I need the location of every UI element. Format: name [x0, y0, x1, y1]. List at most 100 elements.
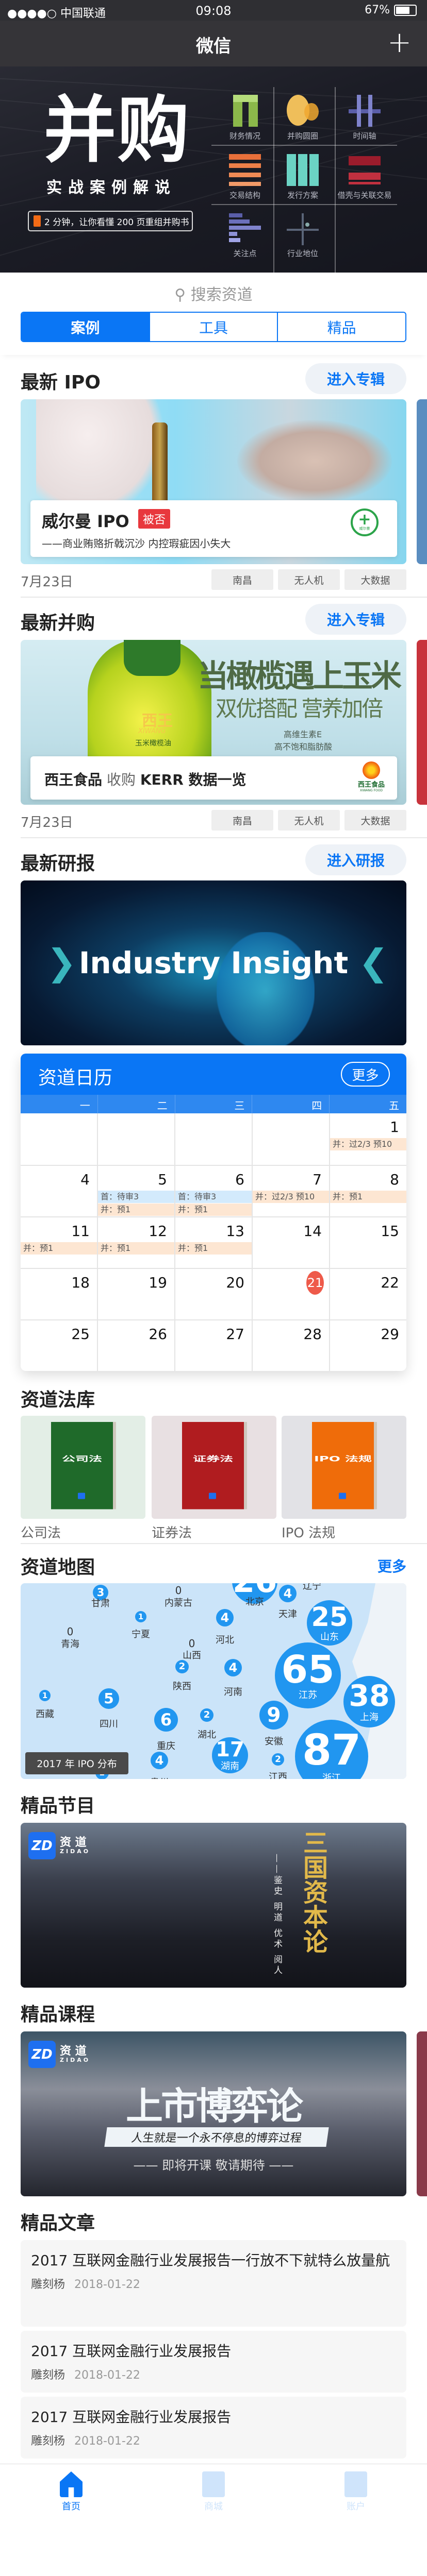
province-bubble[interactable]: 2 [175, 1660, 189, 1673]
calendar-day[interactable] [97, 1113, 174, 1165]
province-bubble[interactable]: 1 [39, 1690, 51, 1701]
law-book-label[interactable]: 证券法 [152, 1522, 192, 1541]
province-label[interactable]: 山西 [183, 1648, 201, 1662]
course-card[interactable]: ZD 资 道 ZIDAO 上市博弈论 人生就是一个永不停息的博弈过程 —— 即将开课… [21, 2031, 406, 2196]
tag-chip[interactable]: 无人机 [278, 569, 340, 590]
province-bubble[interactable]: 87 浙江 [295, 1720, 368, 1779]
calendar-day[interactable]: 5 首：待审3 并：预1 [97, 1166, 174, 1216]
merger-event-tag[interactable]: 并：预1 [175, 1242, 252, 1255]
calendar-day[interactable]: 29 [329, 1320, 406, 1371]
calendar-day[interactable] [252, 1113, 329, 1165]
tag-chip[interactable]: 无人机 [278, 810, 340, 831]
calendar-widget: 资道日历 更多 一二三四五 1 并：过2/3 预10 4 5 首：待审3 并：预1 6 首：待… [21, 1054, 406, 1371]
calendar-day[interactable]: 14 [252, 1217, 329, 1268]
calendar-header: 资道日历 更多 [21, 1054, 406, 1095]
next-card-peek[interactable] [417, 399, 427, 564]
calendar-day[interactable]: 20 [174, 1269, 252, 1319]
calendar-day[interactable]: 1 并：过2/3 预10 [329, 1113, 406, 1165]
section-title: 精品课程 [21, 2004, 95, 2025]
next-card-peek[interactable] [417, 640, 427, 805]
tab-shop[interactable]: 商城 [142, 2464, 285, 2514]
hero-banner[interactable]: 并购 实战案例解说 2 分钟，让你看懂 200 页重组并购书 财务情况 并购圆圈 时… [0, 66, 427, 273]
law-book-label[interactable]: 公司法 [21, 1522, 61, 1541]
calendar-day[interactable]: 12 并：预1 [97, 1217, 174, 1268]
plus-icon[interactable]: + [387, 26, 412, 59]
calendar-day[interactable]: 26 [97, 1320, 174, 1371]
merger-event-tag[interactable]: 并：预1 [330, 1191, 406, 1203]
tag-chip[interactable]: 南昌 [211, 810, 273, 831]
merger-event-tag[interactable]: 并：预1 [98, 1242, 174, 1255]
tag-chip[interactable]: 大数据 [344, 569, 406, 590]
next-card-peek[interactable] [417, 2031, 427, 2196]
calendar-day[interactable]: 19 [97, 1269, 174, 1319]
ipo-album-button[interactable]: 进入专辑 [305, 363, 406, 394]
article-card[interactable]: 2017 互联网金融行业发展报告 雕刻杨 2018-01-22 [21, 2331, 406, 2393]
province-bubble[interactable]: 2 [200, 1708, 213, 1722]
tab-account[interactable]: 账户 [285, 2464, 427, 2514]
province-bubble[interactable]: 25 山东 [307, 1600, 352, 1646]
tab-home[interactable]: 首页 [0, 2464, 142, 2514]
hero-cta-button[interactable]: 2 分钟，让你看懂 200 页重组并购书 [28, 211, 193, 231]
merger-event-tag[interactable]: 并：过2/3 预10 [253, 1191, 329, 1203]
merger-event-tag[interactable]: 并：预1 [21, 1242, 97, 1255]
calendar-day[interactable] [21, 1113, 97, 1165]
calendar-day[interactable]: 22 [329, 1269, 406, 1319]
merger-card[interactable]: 西王 XIWANG 玉米橄榄油 当橄榄遇上玉米 双优搭配 营养加倍 高维生素E … [21, 640, 406, 805]
ipo-map[interactable]: 3甘肃0内蒙古26北京4天津辽宁25山东1宁夏0青海4河北0山西2陕西4河南65… [21, 1583, 406, 1779]
province-label[interactable]: 辽宁 [303, 1583, 321, 1592]
province-bubble[interactable]: 9 [259, 1701, 288, 1730]
map-more-link[interactable]: 更多 [377, 1555, 406, 1576]
zidao-logo-icon [339, 1493, 346, 1499]
province-bubble[interactable]: 6 [154, 1708, 178, 1732]
program-card[interactable]: ZD 资 道 ZIDAO 三国资本论 ——鉴史 明道 优术 阅人 [21, 1823, 406, 1988]
calendar-day[interactable]: 18 [21, 1269, 97, 1319]
ipo-card[interactable]: 威尔曼 IPO 被否 ——商业贿赂折戟沉沙 内控瑕疵因小失大 + 威尔曼 [21, 399, 406, 564]
ipo-event-tag[interactable]: 首：待审3 [98, 1191, 174, 1203]
ipo-event-tag[interactable]: 首：待审3 [175, 1191, 252, 1203]
article-card[interactable]: 2017 互联网金融行业发展报告一行放不下就特么放量航 雕刻杨 2018-01-22 [21, 2240, 406, 2327]
province-bubble[interactable]: 4 [279, 1585, 297, 1602]
calendar-more-button[interactable]: 更多 [341, 1062, 390, 1087]
research-button[interactable]: 进入研报 [305, 844, 406, 875]
calendar-day[interactable]: 13 并：预1 [174, 1217, 252, 1268]
calendar-day[interactable] [174, 1113, 252, 1165]
calendar-day[interactable]: 28 [252, 1320, 329, 1371]
law-book-1[interactable]: 公司法 [21, 1416, 145, 1519]
province-bubble[interactable]: 4 [151, 1752, 168, 1769]
law-book-3[interactable]: IPO 法规 [282, 1416, 406, 1519]
calendar-day[interactable]: 25 [21, 1320, 97, 1371]
province-bubble[interactable]: 17 湖南 [212, 1737, 248, 1773]
research-card[interactable]: ❯ ❮ Industry Insight [21, 880, 406, 1045]
merger-event-tag[interactable]: 并：预1 [98, 1204, 174, 1216]
province-bubble[interactable]: 2 [272, 1753, 284, 1766]
article-card[interactable]: 2017 互联网金融行业发展报告 雕刻杨 2018-01-22 [21, 2397, 406, 2459]
tab-tools[interactable]: 工具 [149, 313, 277, 341]
tab-premium[interactable]: 精品 [277, 313, 405, 341]
calendar-day[interactable]: 6 首：待审3 并：预1 [174, 1166, 252, 1216]
merger-event-tag[interactable]: 并：过2/3 预10 [330, 1138, 406, 1150]
calendar-day[interactable]: 4 [21, 1166, 97, 1216]
hero-grid-label: 交易结构 [229, 191, 260, 200]
merger-event-tag[interactable]: 并：预1 [175, 1204, 252, 1216]
search-input[interactable]: ⚲ 搜索资道 [0, 282, 427, 304]
calendar-day[interactable]: 8 并：预1 [329, 1166, 406, 1216]
merger-album-button[interactable]: 进入专辑 [305, 604, 406, 635]
calendar-day[interactable]: 11 并：预1 [21, 1217, 97, 1268]
law-book-label[interactable]: IPO 法规 [282, 1522, 335, 1541]
law-book-2[interactable]: 证券法 [152, 1416, 276, 1519]
province-bubble[interactable]: 5 [98, 1688, 119, 1709]
province-bubble[interactable]: 4 [224, 1659, 242, 1676]
calendar-day[interactable]: 27 [174, 1320, 252, 1371]
province-bubble[interactable]: 1 [135, 1611, 146, 1622]
calendar-day[interactable]: 15 [329, 1217, 406, 1268]
calendar-day[interactable]: 21 [252, 1269, 329, 1319]
tag-chip[interactable]: 大数据 [344, 810, 406, 831]
province-label[interactable]: 青海 [61, 1637, 79, 1650]
province-bubble[interactable]: 4 [216, 1609, 234, 1626]
tag-chip[interactable]: 南昌 [211, 569, 273, 590]
tab-cases[interactable]: 案例 [22, 313, 149, 341]
province-bubble[interactable]: 38 上海 [343, 1676, 395, 1727]
calendar-day[interactable]: 7 并：过2/3 预10 [252, 1166, 329, 1216]
province-label[interactable]: 内蒙古 [165, 1596, 192, 1609]
province-bubble[interactable]: 65 江苏 [275, 1642, 341, 1708]
